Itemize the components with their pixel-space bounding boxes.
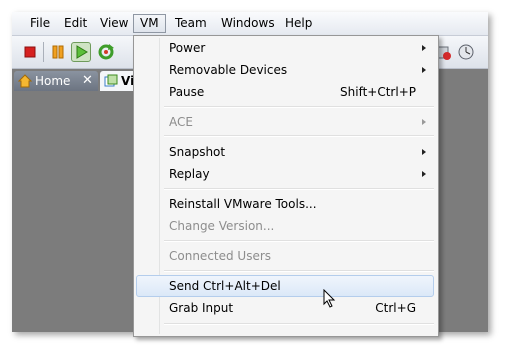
menu-item-pause[interactable]: Pause Shift+Ctrl+P [136,81,434,103]
suspend-button[interactable] [48,42,68,62]
revert-snapshot-button[interactable] [456,42,476,62]
mouse-cursor-icon [323,289,336,308]
menu-item-label: Replay [169,167,210,181]
menu-item-grab-input[interactable]: Grab Input Ctrl+G [136,297,434,319]
menu-item-label: Send Ctrl+Alt+Del [169,279,281,293]
menu-help[interactable]: Help [279,15,318,32]
submenu-arrow-icon [422,119,426,125]
menu-separator [164,240,434,242]
menu-item-send-ctrl-alt-del[interactable]: Send Ctrl+Alt+Del [136,275,434,297]
menu-item-label: Power [169,41,206,55]
menu-file[interactable]: File [24,15,56,32]
menu-item-label: Pause [169,85,205,99]
refresh-icon [98,44,114,60]
menu-item-power[interactable]: Power [136,37,434,59]
clock-icon [458,44,474,60]
menu-windows[interactable]: Windows [215,15,281,32]
menu-team[interactable]: Team [169,15,213,32]
play-button[interactable] [71,42,91,62]
menu-item-label: Snapshot [169,145,226,159]
submenu-arrow-icon [422,171,426,177]
tab-home-label: Home [35,74,71,88]
menu-item-label: ACE [169,115,193,129]
menu-bar: File Edit View VM Team Windows Help [12,12,488,36]
submenu-arrow-icon [422,67,426,73]
menu-item-label: Connected Users [169,249,272,263]
submenu-arrow-icon [422,149,426,155]
menu-item-shortcut: Shift+Ctrl+P [340,85,416,99]
tab-home[interactable]: Home ✕ [14,71,98,91]
menu-separator [164,106,434,108]
vm-dropdown-menu: Power Removable Devices Pause Shift+Ctrl… [133,35,439,337]
pause-icon [52,45,64,59]
play-icon [76,45,88,59]
menu-item-change-version: Change Version... [136,215,434,237]
menu-item-label: Change Version... [169,219,275,233]
toolbar-separator [43,42,44,62]
reset-button[interactable] [96,42,116,62]
menu-item-removable-devices[interactable]: Removable Devices [136,59,434,81]
close-tab-icon[interactable]: ✕ [82,73,93,88]
menu-separator [164,323,434,325]
menu-separator [164,188,434,190]
vm-icon [104,74,118,87]
menu-item-label: Removable Devices [169,63,288,77]
menu-item-ace: ACE [136,111,434,133]
menu-item-replay[interactable]: Replay [136,163,434,185]
menu-item-label: Grab Input [169,301,234,315]
menu-item-snapshot[interactable]: Snapshot [136,141,434,163]
menu-separator [164,270,434,272]
menu-edit[interactable]: Edit [58,15,93,32]
home-icon [18,74,32,88]
menu-item-label: Reinstall VMware Tools... [169,197,317,211]
menu-item-connected-users: Connected Users [136,245,434,267]
menu-vm[interactable]: VM [133,14,166,33]
menu-item-shortcut: Ctrl+G [375,301,416,315]
stop-icon [24,46,36,58]
menu-view[interactable]: View [94,15,134,32]
stop-button[interactable] [20,42,40,62]
menu-item-reinstall-vmware-tools[interactable]: Reinstall VMware Tools... [136,193,434,215]
submenu-arrow-icon [422,45,426,51]
menu-separator [164,135,434,137]
